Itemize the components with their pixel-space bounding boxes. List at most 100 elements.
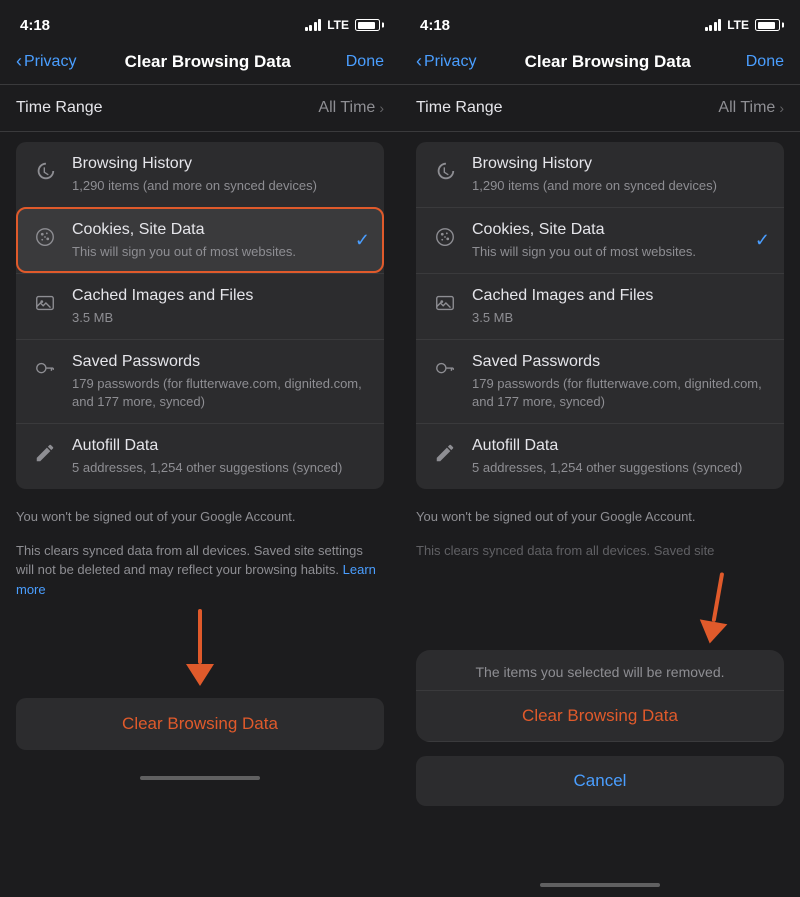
bottom-section-left: Clear Browsing Data xyxy=(0,690,400,770)
browsing-history-title-left: Browsing History xyxy=(72,154,370,175)
clear-data-button-left[interactable]: Clear Browsing Data xyxy=(16,698,384,750)
image-icon-right xyxy=(430,288,460,318)
nav-title-left: Clear Browsing Data xyxy=(86,52,329,72)
list-item-autofill-right[interactable]: Autofill Data 5 addresses, 1,254 other s… xyxy=(416,423,784,489)
list-item-cached-left[interactable]: Cached Images and Files 3.5 MB xyxy=(16,273,384,339)
back-button-right[interactable]: ‹ Privacy xyxy=(416,52,476,72)
battery-icon-right xyxy=(755,19,780,31)
footer-text-2-left: This clears synced data from all devices… xyxy=(0,533,400,606)
status-icons-right: LTE xyxy=(705,18,780,32)
status-time-left: 4:18 xyxy=(20,17,50,34)
lte-label-left: LTE xyxy=(327,18,349,32)
done-button-left[interactable]: Done xyxy=(339,53,384,71)
home-bar-right xyxy=(540,883,660,887)
browsing-history-subtitle-right: 1,290 items (and more on synced devices) xyxy=(472,177,770,195)
cached-content-right: Cached Images and Files 3.5 MB xyxy=(472,286,770,327)
autofill-subtitle-right: 5 addresses, 1,254 other suggestions (sy… xyxy=(472,459,770,477)
list-item-cookies-right[interactable]: Cookies, Site Data This will sign you ou… xyxy=(416,207,784,273)
cookie-icon-right xyxy=(430,222,460,252)
cached-title-left: Cached Images and Files xyxy=(72,286,370,307)
back-label-right: Privacy xyxy=(424,53,476,71)
home-indicator-right xyxy=(400,877,800,897)
home-indicator-left xyxy=(0,770,400,790)
cancel-label: Cancel xyxy=(574,771,627,790)
list-item-cached-right[interactable]: Cached Images and Files 3.5 MB xyxy=(416,273,784,339)
nav-bar-right: ‹ Privacy Clear Browsing Data Done xyxy=(400,44,800,84)
chevron-left-icon-right: ‹ xyxy=(416,51,422,72)
passwords-content-right: Saved Passwords 179 passwords (for flutt… xyxy=(472,352,770,411)
cookies-checkmark-right: ✓ xyxy=(755,230,770,251)
popup-message: The items you selected will be removed. xyxy=(416,650,784,691)
cookie-icon-left xyxy=(30,222,60,252)
passwords-title-left: Saved Passwords xyxy=(72,352,370,373)
nav-title-right: Clear Browsing Data xyxy=(486,52,729,72)
list-item-autofill-left[interactable]: Autofill Data 5 addresses, 1,254 other s… xyxy=(16,423,384,489)
cookies-title-right: Cookies, Site Data xyxy=(472,220,747,241)
chevron-right-icon-right: › xyxy=(779,100,784,116)
time-range-row-right[interactable]: Time Range All Time › xyxy=(400,85,800,131)
home-bar-left xyxy=(140,776,260,780)
clear-data-label-left: Clear Browsing Data xyxy=(122,714,278,734)
list-item-passwords-left[interactable]: Saved Passwords 179 passwords (for flutt… xyxy=(16,339,384,423)
popup-clear-button[interactable]: Clear Browsing Data xyxy=(416,691,784,742)
history-icon-right xyxy=(430,156,460,186)
autofill-title-right: Autofill Data xyxy=(472,436,770,457)
right-panel: 4:18 LTE ‹ Privacy Clear Browsing Data D… xyxy=(400,0,800,897)
footer-text-1-left: You won't be signed out of your Google A… xyxy=(0,499,400,533)
signal-icon-right xyxy=(705,19,722,31)
autofill-icon-left xyxy=(30,438,60,468)
image-icon-left xyxy=(30,288,60,318)
back-label-left: Privacy xyxy=(24,53,76,71)
data-list-right: Browsing History 1,290 items (and more o… xyxy=(416,142,784,489)
arrow-right xyxy=(400,572,800,644)
cached-subtitle-left: 3.5 MB xyxy=(72,309,370,327)
done-button-right[interactable]: Done xyxy=(739,53,784,71)
time-range-selected-right: All Time xyxy=(718,99,775,117)
list-item-browsing-history-right[interactable]: Browsing History 1,290 items (and more o… xyxy=(416,142,784,207)
chevron-left-icon-left: ‹ xyxy=(16,51,22,72)
time-range-value-left: All Time › xyxy=(318,99,384,117)
autofill-content-right: Autofill Data 5 addresses, 1,254 other s… xyxy=(472,436,770,477)
data-list-left: Browsing History 1,290 items (and more o… xyxy=(16,142,384,489)
list-item-cookies-left[interactable]: Cookies, Site Data This will sign you ou… xyxy=(16,207,384,273)
cached-content-left: Cached Images and Files 3.5 MB xyxy=(72,286,370,327)
time-range-label-left: Time Range xyxy=(16,99,103,117)
cookies-content-left: Cookies, Site Data This will sign you ou… xyxy=(72,220,347,261)
cached-title-right: Cached Images and Files xyxy=(472,286,770,307)
browsing-history-content-left: Browsing History 1,290 items (and more o… xyxy=(72,154,370,195)
time-range-label-right: Time Range xyxy=(416,99,503,117)
footer-text-2-right: This clears synced data from all devices… xyxy=(400,533,800,567)
autofill-subtitle-left: 5 addresses, 1,254 other suggestions (sy… xyxy=(72,459,370,477)
key-icon-left xyxy=(30,354,60,384)
passwords-title-right: Saved Passwords xyxy=(472,352,770,373)
signal-icon-left xyxy=(305,19,322,31)
browsing-history-content-right: Browsing History 1,290 items (and more o… xyxy=(472,154,770,195)
status-icons-left: LTE xyxy=(305,18,380,32)
back-button-left[interactable]: ‹ Privacy xyxy=(16,52,76,72)
chevron-right-icon-left: › xyxy=(379,100,384,116)
time-range-row-left[interactable]: Time Range All Time › xyxy=(0,85,400,131)
list-item-browsing-history-left[interactable]: Browsing History 1,290 items (and more o… xyxy=(16,142,384,207)
status-time-right: 4:18 xyxy=(420,17,450,34)
arrow-left xyxy=(0,609,400,686)
popup-clear-label: Clear Browsing Data xyxy=(522,706,678,725)
status-bar-right: 4:18 LTE xyxy=(400,0,800,44)
browsing-history-subtitle-left: 1,290 items (and more on synced devices) xyxy=(72,177,370,195)
section-divider-right xyxy=(400,131,800,132)
cancel-button[interactable]: Cancel xyxy=(416,756,784,806)
list-item-passwords-right[interactable]: Saved Passwords 179 passwords (for flutt… xyxy=(416,339,784,423)
section-divider-left xyxy=(0,131,400,132)
passwords-content-left: Saved Passwords 179 passwords (for flutt… xyxy=(72,352,370,411)
browsing-history-title-right: Browsing History xyxy=(472,154,770,175)
passwords-subtitle-right: 179 passwords (for flutterwave.com, dign… xyxy=(472,375,770,411)
status-bar-left: 4:18 LTE xyxy=(0,0,400,44)
cancel-button-container: Cancel xyxy=(416,756,784,806)
autofill-icon-right xyxy=(430,438,460,468)
cookies-checkmark-left: ✓ xyxy=(355,230,370,251)
cookies-subtitle-left: This will sign you out of most websites. xyxy=(72,243,347,261)
autofill-title-left: Autofill Data xyxy=(72,436,370,457)
footer-text-1-right: You won't be signed out of your Google A… xyxy=(400,499,800,533)
time-range-selected-left: All Time xyxy=(318,99,375,117)
history-icon-left xyxy=(30,156,60,186)
autofill-content-left: Autofill Data 5 addresses, 1,254 other s… xyxy=(72,436,370,477)
